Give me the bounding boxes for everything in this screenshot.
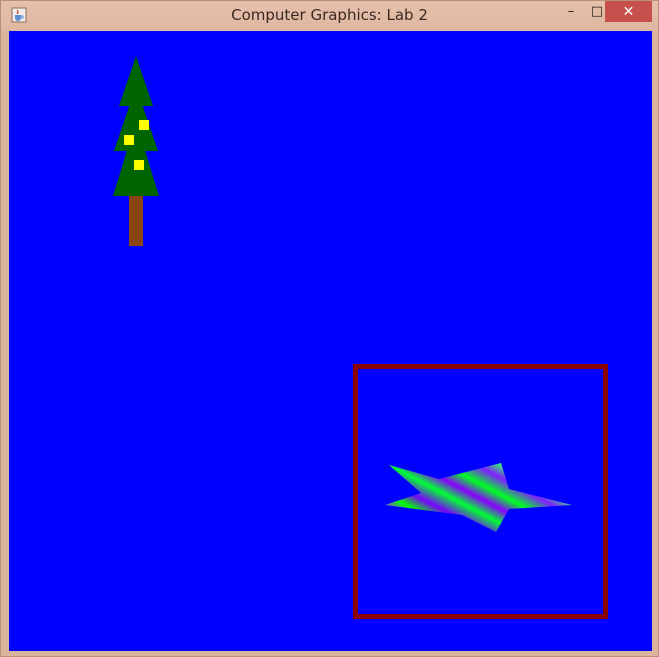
- christmas-tree: [113, 56, 159, 246]
- tree-ornament: [124, 135, 134, 145]
- tree-ornament: [134, 160, 144, 170]
- gradient-star: [385, 463, 572, 532]
- title-bar[interactable]: Computer Graphics: Lab 2 – □ ✕: [1, 1, 658, 31]
- scene-svg: [113, 56, 608, 619]
- close-button[interactable]: ✕: [605, 1, 652, 22]
- app-window: Computer Graphics: Lab 2 – □ ✕: [0, 0, 659, 657]
- drawing-canvas: [9, 31, 652, 651]
- tree-trunk: [129, 191, 143, 246]
- tree-ornament: [139, 120, 149, 130]
- tree-tier-top: [119, 56, 153, 106]
- minimize-button[interactable]: –: [558, 1, 584, 22]
